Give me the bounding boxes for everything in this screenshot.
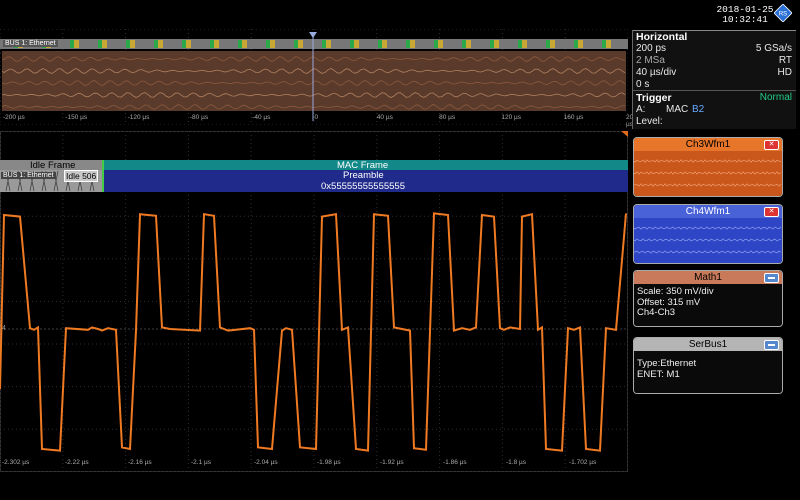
ch3-close-icon[interactable]: ✕: [764, 140, 779, 150]
math1-title: Math1: [694, 272, 722, 283]
ch4-close-icon[interactable]: ✕: [764, 207, 779, 217]
overview-time-axis: -200 µs -150 µs -120 µs -80 µs -40 µs 0 40 µs 8…: [0, 114, 637, 128]
zoom-time-label: -2.1 µs: [191, 459, 212, 466]
overview-time-label: 80 µs: [439, 114, 456, 121]
trigger-mode-value[interactable]: Normal: [760, 92, 792, 104]
trigger-source-label: A:: [636, 104, 646, 115]
overview-time-label: -80 µs: [189, 114, 209, 121]
overview-time-label: -40 µs: [252, 114, 271, 121]
serbus1-enet: ENET: M1: [637, 368, 680, 380]
zoom-waveform-area[interactable]: [0, 131, 628, 472]
zoom-time-label: -2.302 µs: [2, 459, 30, 466]
ref-marker-4: 4: [2, 325, 6, 332]
overview-time-label: -200 µs: [3, 114, 25, 121]
decode-preamble-value: 0x55555555555555: [321, 181, 406, 192]
overview-time-label: 0: [314, 114, 319, 121]
zoom-time-label: -1.702 µs: [569, 459, 597, 466]
record-length-value[interactable]: 2 MSa: [636, 55, 665, 66]
zoom-time-label: -1.92 µs: [380, 459, 404, 466]
overview-time-label: 120 µs: [501, 114, 522, 121]
serbus1-minimize-icon[interactable]: [764, 340, 779, 350]
math1-scale: Scale: 350 mV/div: [637, 286, 714, 297]
overview-waveform[interactable]: [0, 29, 628, 125]
svg-text:RS: RS: [779, 12, 787, 18]
overview-time-label: 160 µs: [563, 114, 584, 121]
time-per-div-value[interactable]: 40 µs/div: [636, 67, 676, 78]
serbus1-type: Type:Ethernet: [637, 358, 697, 369]
horizontal-trigger-panel[interactable]: Horizontal 200 ps 5 GSa/s 2 MSa RT 40 µs/d…: [632, 30, 796, 129]
sample-rate-value[interactable]: 5 GSa/s: [756, 43, 792, 55]
math1-minimize-icon[interactable]: [764, 273, 779, 283]
trigger-level-label: Level:: [636, 116, 663, 127]
zoom-time-label: -1.86 µs: [443, 459, 467, 466]
overview-time-label: -120 µs: [127, 114, 150, 121]
horizontal-title: Horizontal: [636, 31, 688, 43]
trigger-title: Trigger: [636, 92, 672, 104]
decode-preamble[interactable]: Preamble: [343, 170, 384, 181]
zoom-time-label: -1.98 µs: [317, 459, 341, 466]
rohde-schwarz-logo-icon: RS: [774, 4, 792, 22]
zoom-time-label: -1.8 µs: [506, 459, 527, 466]
math1-expression: Ch4-Ch3: [637, 307, 676, 318]
ch4-thumbnail: [634, 218, 782, 263]
zoom-time-axis: -2.302 µs -2.22 µs -2.16 µs -2.1 µs -2.04 µs…: [0, 459, 628, 469]
ch3-waveform-panel[interactable]: Ch3Wfm1 ✕: [633, 137, 783, 197]
ch4-title: Ch4Wfm1: [685, 206, 731, 217]
overview-time-label: -150 µs: [65, 114, 88, 121]
ch3-thumbnail: [634, 151, 782, 196]
zoom-time-label: -2.16 µs: [128, 459, 152, 466]
decode-bus-label: BUS 1: Ethernet: [1, 172, 56, 179]
overview-time-label: 40 µs: [376, 114, 393, 121]
math1-panel[interactable]: Math1 Scale: 350 mV/div Offset: 315 mV C…: [633, 270, 783, 327]
trigger-source-type[interactable]: MAC: [666, 104, 688, 116]
ch4-waveform-panel[interactable]: Ch4Wfm1 ✕: [633, 204, 783, 264]
ch3-title: Ch3Wfm1: [685, 139, 731, 150]
decode-idle-value: Idle 506: [64, 170, 99, 182]
serbus1-title: SerBus1: [688, 339, 728, 350]
acquisition-mode-value[interactable]: RT: [779, 55, 792, 67]
zoom-time-label: -2.22 µs: [65, 459, 89, 466]
zoom-time-label: -2.04 µs: [254, 459, 278, 466]
serbus1-panel[interactable]: SerBus1 Type:Ethernet ENET: M1: [633, 337, 783, 394]
time-scale-value[interactable]: 200 ps: [636, 43, 666, 54]
hd-mode-value[interactable]: HD: [778, 67, 792, 79]
trigger-source-value[interactable]: B2: [692, 104, 704, 116]
overview-bus-label: BUS 1: Ethernet: [3, 40, 58, 47]
